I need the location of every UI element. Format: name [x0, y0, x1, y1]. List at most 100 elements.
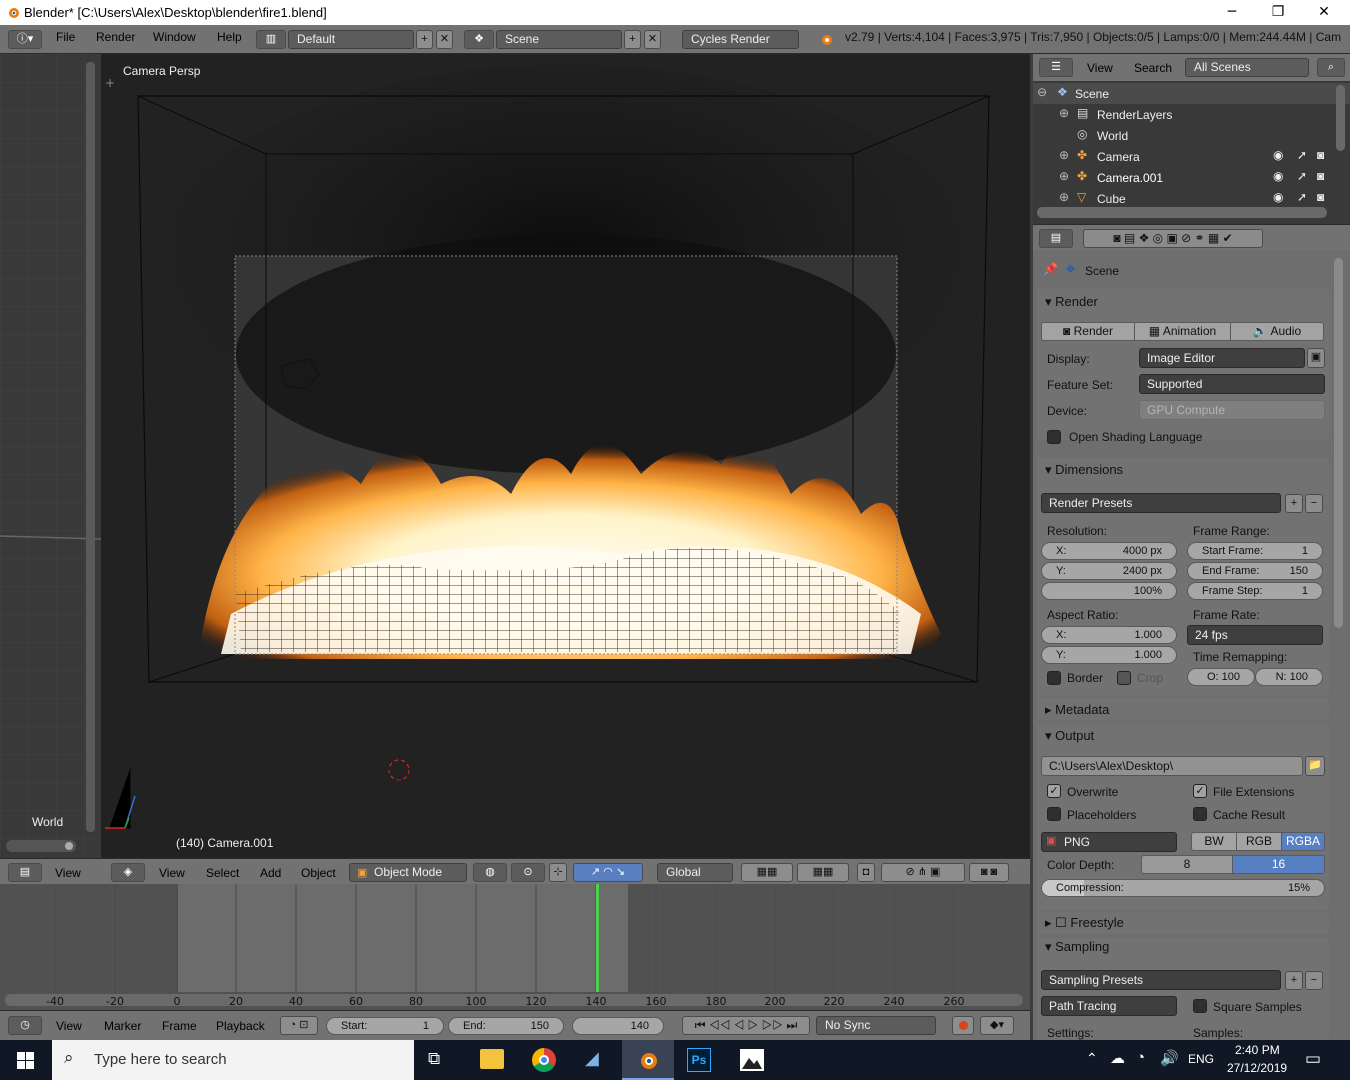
transform-manipulator-icons[interactable]: ↗ ◠ ↘	[573, 863, 643, 882]
timeline-start-field[interactable]: Start: 1	[326, 1017, 444, 1035]
current-frame-field[interactable]: 140	[572, 1017, 664, 1035]
cache-result-checkbox[interactable]	[1193, 807, 1207, 821]
render-panel-title[interactable]: ▾ Render	[1045, 294, 1098, 310]
add-sampling-preset-icon[interactable]: +	[1285, 971, 1303, 990]
crop-checkbox[interactable]	[1117, 671, 1131, 685]
timeline-editor[interactable]: -40 -20 0 20 40 60 80 100 120 140 160 18…	[0, 884, 1030, 1010]
integrator-select[interactable]: Path Tracing	[1041, 996, 1177, 1016]
color-depth-8[interactable]: 8	[1141, 855, 1233, 874]
freestyle-panel[interactable]: ▸ ☐ Freestyle	[1037, 912, 1329, 934]
visibility-eye-icon[interactable]: ◉	[1273, 169, 1283, 183]
render-preview-icons[interactable]: ◙ ◙	[969, 863, 1009, 882]
keying-set-icon[interactable]: ◆▾	[980, 1016, 1014, 1035]
expand-icon[interactable]: ⊕	[1059, 169, 1069, 183]
volume-icon[interactable]: 🔊	[1160, 1049, 1179, 1067]
file-format-select[interactable]: PNG	[1041, 832, 1177, 852]
outliner-row-scene[interactable]: ⊖ ❖ Scene	[1033, 83, 1350, 104]
start-frame-field[interactable]: Start Frame: 1	[1187, 542, 1323, 560]
editor-type-3dview-icon[interactable]: ◈	[111, 863, 145, 882]
pivot-icon[interactable]: ⊙	[511, 863, 545, 882]
search-icon[interactable]: ⌕	[1317, 58, 1345, 77]
expand-icon[interactable]: ⊕	[1059, 106, 1069, 120]
compression-slider[interactable]: Compression: 15%	[1041, 879, 1325, 897]
layers-grid-icon[interactable]: ▦▦	[741, 863, 793, 882]
render-engine-select[interactable]: Cycles Render	[682, 30, 799, 49]
display-select[interactable]: Image Editor	[1139, 348, 1305, 368]
timeline-menu-frame[interactable]: Frame	[162, 1019, 197, 1033]
outliner-row-world[interactable]: ◎ World	[1033, 125, 1350, 146]
sampling-panel-title[interactable]: ▾ Sampling	[1045, 939, 1109, 955]
menu-window[interactable]: Window	[153, 30, 196, 44]
record-icon[interactable]	[952, 1016, 974, 1035]
3d-viewport[interactable]: Camera Persp (140) Camera.001 +	[101, 54, 1030, 858]
visibility-eye-icon[interactable]: ◉	[1273, 190, 1283, 204]
end-frame-field[interactable]: End Frame: 150	[1187, 562, 1323, 580]
timeline-menu-playback[interactable]: Playback	[216, 1019, 265, 1033]
sync-select[interactable]: No Sync	[816, 1016, 936, 1035]
feature-set-select[interactable]: Supported	[1139, 374, 1325, 394]
photoshop-icon[interactable]: Ps	[687, 1048, 711, 1072]
task-view-icon[interactable]: ⧉	[428, 1049, 440, 1069]
wifi-icon[interactable]: ◔	[1136, 1049, 1145, 1066]
view3d-menu-view[interactable]: View	[159, 866, 185, 880]
res-percent-field[interactable]: 100%	[1041, 582, 1177, 600]
overwrite-checkbox[interactable]: ✓	[1047, 784, 1061, 798]
color-depth-16[interactable]: 16	[1232, 855, 1325, 874]
toolshelf-plus-icon[interactable]: +	[105, 76, 115, 90]
maximize-button[interactable]: ❐	[1255, 0, 1301, 25]
remove-sampling-preset-icon[interactable]: −	[1305, 971, 1323, 990]
editor-type-icon[interactable]: ▤	[8, 863, 42, 882]
square-samples-checkbox[interactable]	[1193, 999, 1207, 1013]
taskbar-search-box[interactable]: ⌕ Type here to search	[52, 1040, 414, 1080]
collapse-icon[interactable]: ⊖	[1037, 85, 1047, 99]
add-preset-icon[interactable]: +	[1285, 494, 1303, 513]
output-panel-title[interactable]: ▾ Output	[1045, 728, 1094, 744]
property-context-tabs-icons[interactable]: ◙ ▤ ❖ ◎ ▣ ⊘ ⚭ ▦ ✔	[1083, 229, 1263, 248]
color-mode-rgb[interactable]: RGB	[1236, 832, 1282, 851]
timeline-end-field[interactable]: End: 150	[448, 1017, 564, 1035]
aspect-y-field[interactable]: Y: 1.000	[1041, 646, 1177, 664]
file-extensions-checkbox[interactable]: ✓	[1193, 784, 1207, 798]
editor-type-info-icon[interactable]: ⓘ▾	[8, 30, 42, 49]
properties-scrollbar[interactable]	[1334, 258, 1343, 628]
visibility-eye-icon[interactable]: ◉	[1273, 148, 1283, 162]
clock-date[interactable]: 27/12/2019	[1227, 1061, 1287, 1075]
manipulator-icon[interactable]: ⊹	[549, 863, 567, 882]
pin-icon[interactable]: 📌	[1043, 262, 1058, 276]
metadata-panel[interactable]: ▸ Metadata	[1037, 698, 1329, 720]
remove-layout-icon[interactable]: ✕	[436, 30, 453, 49]
minimize-button[interactable]: ─	[1209, 0, 1255, 25]
timeline-lock-icons[interactable]: ◔ ⊡	[280, 1016, 318, 1035]
tray-chevron-icon[interactable]: ⌃	[1086, 1050, 1098, 1067]
color-mode-bw[interactable]: BW	[1191, 832, 1237, 851]
animation-button[interactable]: ▦ Animation	[1134, 322, 1231, 341]
layers-grid-2-icon[interactable]: ▦▦	[797, 863, 849, 882]
menu-help[interactable]: Help	[217, 30, 242, 44]
snap-tools-icons[interactable]: ⊘ ⋔ ▣	[881, 863, 965, 882]
select-cursor-icon[interactable]: ➚	[1297, 148, 1307, 162]
menu-file[interactable]: File	[56, 30, 75, 44]
clock-time[interactable]: 2:40 PM	[1235, 1043, 1280, 1057]
blender-taskbar-button[interactable]	[622, 1040, 674, 1080]
freestyle-panel-title[interactable]: ▸ ☐ Freestyle	[1045, 915, 1124, 931]
output-path-field[interactable]: C:\Users\Alex\Desktop\	[1041, 756, 1303, 776]
expand-icon[interactable]: ⊕	[1059, 190, 1069, 204]
res-x-field[interactable]: X: 4000 px	[1041, 542, 1177, 560]
outliner-row-camera-001[interactable]: ⊕ ✤ Camera.001 ◉ ➚ ◙	[1033, 167, 1350, 188]
notification-icon[interactable]: ▭	[1305, 1049, 1321, 1069]
add-layout-icon[interactable]: +	[416, 30, 433, 49]
left-view-menu[interactable]: View	[55, 866, 81, 880]
editor-type-timeline-icon[interactable]: ◷	[8, 1016, 42, 1035]
frame-step-field[interactable]: Frame Step: 1	[1187, 582, 1323, 600]
outliner-vscrollbar[interactable]	[1336, 85, 1345, 151]
orientation-select[interactable]: Global	[657, 863, 733, 882]
select-cursor-icon[interactable]: ➚	[1297, 169, 1307, 183]
view3d-menu-object[interactable]: Object	[301, 866, 336, 880]
color-mode-rgba[interactable]: RGBA	[1281, 832, 1325, 851]
app-icon[interactable]: ◢	[585, 1048, 599, 1069]
photos-icon[interactable]	[740, 1049, 764, 1071]
chrome-icon[interactable]	[532, 1048, 556, 1072]
layout-field[interactable]: Default	[288, 30, 414, 49]
audio-button[interactable]: 🔈 Audio	[1230, 322, 1324, 341]
render-camera-icon[interactable]: ◙	[1317, 169, 1324, 183]
